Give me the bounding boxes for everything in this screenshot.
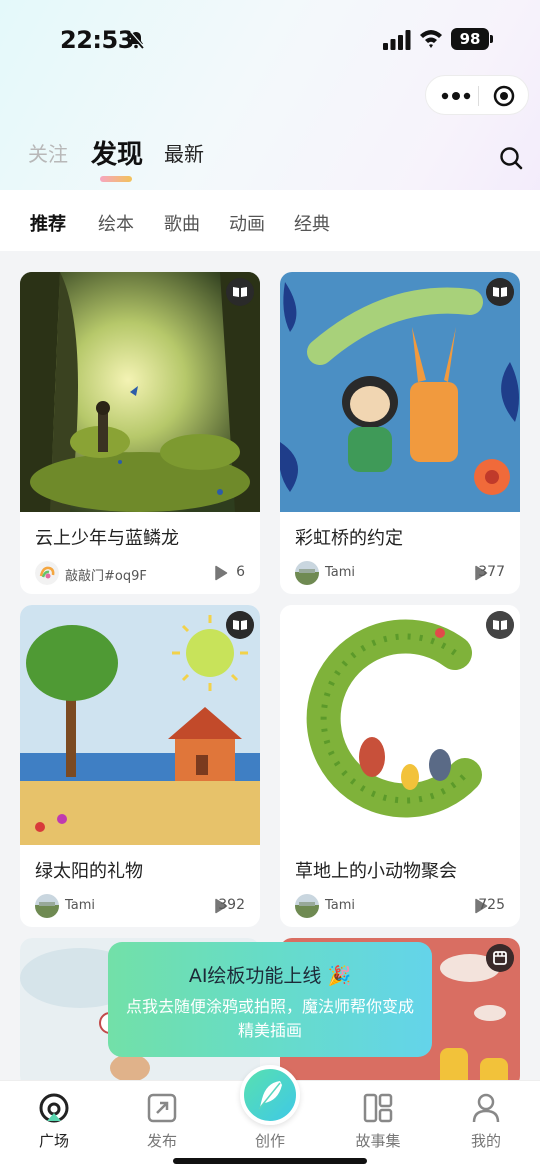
feather-icon — [258, 1081, 282, 1110]
nav-label: 广场 — [38, 1132, 69, 1150]
active-tab-underline — [100, 176, 132, 182]
status-time: 22:53 — [60, 26, 134, 54]
nav-label: 我的 — [470, 1132, 501, 1150]
status-bar: 22:53 98 — [0, 0, 540, 80]
book-icon — [226, 611, 254, 639]
author-name: Tami — [325, 898, 356, 913]
story-card[interactable]: 彩虹桥的约定 Tami 377 — [280, 272, 520, 594]
capsule-divider — [478, 86, 479, 106]
story-cover-image — [280, 272, 520, 512]
story-title: 云上少年与蓝鳞龙 — [35, 528, 179, 549]
author-avatar — [35, 561, 59, 585]
profile-icon — [472, 1093, 500, 1123]
wifi-icon — [420, 30, 442, 48]
play-count-icon — [215, 565, 228, 581]
nav-publish[interactable]: 发布 — [122, 1091, 202, 1151]
tab-picture-book[interactable]: 绘本 — [98, 210, 134, 236]
tab-discover[interactable]: 发现 — [91, 134, 143, 171]
nav-profile[interactable]: 我的 — [446, 1091, 526, 1151]
story-cover-image — [280, 605, 520, 845]
book-icon — [486, 611, 514, 639]
story-title: 彩虹桥的约定 — [295, 528, 403, 549]
author-name: Tami — [325, 565, 356, 580]
bell-muted-icon — [128, 31, 145, 49]
book-icon — [486, 278, 514, 306]
plaza-icon — [39, 1093, 69, 1123]
publish-icon — [147, 1093, 177, 1123]
author-avatar — [35, 894, 59, 918]
story-card[interactable]: 云上少年与蓝鳞龙 敲敲门#oq9F 6 — [20, 272, 260, 594]
party-popper-icon: 🎉 — [327, 965, 352, 987]
play-count: 377 — [478, 564, 505, 580]
play-count: 6 — [236, 564, 245, 580]
play-count: 392 — [218, 897, 245, 913]
nav-plaza[interactable]: 广场 — [14, 1091, 94, 1151]
author-avatar — [295, 894, 319, 918]
story-cover-image — [20, 272, 260, 512]
story-card[interactable]: 草地上的小动物聚会 Tami 725 — [280, 605, 520, 927]
nav-create[interactable]: 创作 — [230, 1125, 310, 1151]
book-icon — [226, 278, 254, 306]
tab-follow[interactable]: 关注 — [28, 138, 68, 167]
toast-title: AI绘板功能上线 🎉 — [108, 961, 432, 988]
cellular-signal-icon — [383, 30, 411, 50]
nav-collection[interactable]: 故事集 — [338, 1091, 418, 1151]
category-tabs: 推荐 绘本 歌曲 动画 经典 — [0, 190, 540, 251]
toast-title-text: AI绘板功能上线 — [188, 965, 322, 987]
tab-latest[interactable]: 最新 — [164, 138, 204, 167]
tab-classic[interactable]: 经典 — [294, 210, 330, 236]
nav-label: 故事集 — [355, 1132, 401, 1150]
home-indicator — [173, 1158, 367, 1164]
tab-songs[interactable]: 歌曲 — [164, 210, 200, 236]
top-tabs: 关注 发现 最新 — [0, 138, 540, 188]
video-icon — [486, 944, 514, 972]
author-name: 敲敲门#oq9F — [65, 569, 147, 584]
tab-recommend[interactable]: 推荐 — [30, 210, 66, 236]
author-name: Tami — [65, 898, 96, 913]
story-title: 绿太阳的礼物 — [35, 861, 143, 882]
story-title: 草地上的小动物聚会 — [295, 861, 457, 882]
author-avatar — [295, 561, 319, 585]
more-icon[interactable] — [440, 88, 472, 104]
nav-label: 发布 — [146, 1132, 177, 1150]
ai-drawing-promo-toast[interactable]: AI绘板功能上线 🎉 点我去随便涂鸦或拍照，魔法师帮你变成精美插画 — [108, 942, 432, 1057]
miniprogram-capsule — [425, 75, 529, 115]
tab-animation[interactable]: 动画 — [229, 210, 265, 236]
play-count: 725 — [478, 897, 505, 913]
toast-body: 点我去随便涂鸦或拍照，魔法师帮你变成精美插画 — [125, 997, 414, 1040]
close-miniprogram-icon[interactable] — [493, 85, 515, 107]
search-icon[interactable] — [499, 146, 523, 170]
story-cover-image — [20, 605, 260, 845]
create-button[interactable] — [240, 1065, 300, 1125]
story-card[interactable]: 绿太阳的礼物 Tami 392 — [20, 605, 260, 927]
battery-indicator: 98 — [451, 28, 493, 50]
collection-icon — [363, 1093, 393, 1123]
nav-label: 创作 — [254, 1132, 285, 1150]
